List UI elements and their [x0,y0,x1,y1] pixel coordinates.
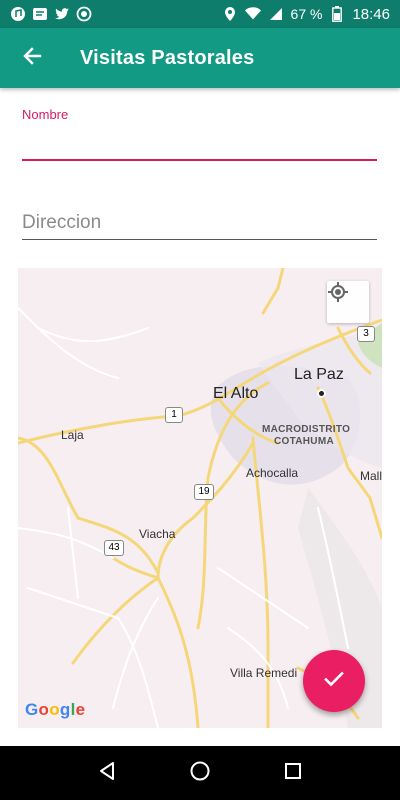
system-icons: 67 % 18:46 [222,6,390,23]
route-shield-1: 1 [165,407,183,423]
google-logo: Google [25,700,86,719]
record-icon [76,6,92,22]
status-bar: 67 % 18:46 [0,0,400,28]
la-paz-marker [317,389,326,398]
battery-icon [329,6,345,22]
map-label-achocalla: Achocalla [246,466,299,480]
nav-recents-button[interactable] [273,753,313,793]
location-icon [222,6,238,22]
nombre-label: Nombre [22,107,69,122]
wifi-icon [244,6,261,22]
map-label-villa-remedios: Villa Remedi [230,666,298,680]
direccion-input[interactable]: Direccion [22,200,377,240]
nav-home-button[interactable] [180,753,220,793]
direccion-underline [22,239,377,240]
route-shield-43: 43 [104,540,124,556]
back-button[interactable] [4,28,60,88]
app-bar: Visitas Pastorales [0,28,400,88]
twitter-icon [54,6,70,22]
nombre-underline [22,159,377,161]
recents-square-icon [283,761,303,786]
signal-icon [268,6,284,22]
arrow-left-icon [22,46,42,71]
map-label-mall: Mall [360,469,382,483]
battery-percent: 67 % [290,6,323,22]
check-icon [322,667,346,696]
map-label-viacha: Viacha [139,527,176,541]
save-visit-button[interactable] [303,650,365,712]
home-circle-icon [189,760,211,787]
map-label-la-paz: La Paz [294,366,344,383]
system-nav-bar [0,746,400,800]
direccion-placeholder: Direccion [22,212,102,233]
route-shield-19: 19 [194,484,214,500]
page-title: Visitas Pastorales [80,46,255,69]
map-label-el-alto: El Alto [213,385,259,402]
map-label-macrodistrito: MACRODISTRITO [262,424,351,435]
back-triangle-icon [97,761,117,786]
map-label-laja: Laja [61,428,84,442]
nav-back-button[interactable] [87,753,127,793]
music-icon [10,6,26,22]
route-shield-3: 3 [357,326,375,342]
map-label-cotahuma: COTAHUMA [274,436,334,447]
message-icon [32,6,48,22]
notification-icons [10,6,92,22]
clock: 18:46 [352,5,390,23]
nombre-input[interactable] [22,124,377,160]
my-location-button[interactable] [327,281,369,323]
